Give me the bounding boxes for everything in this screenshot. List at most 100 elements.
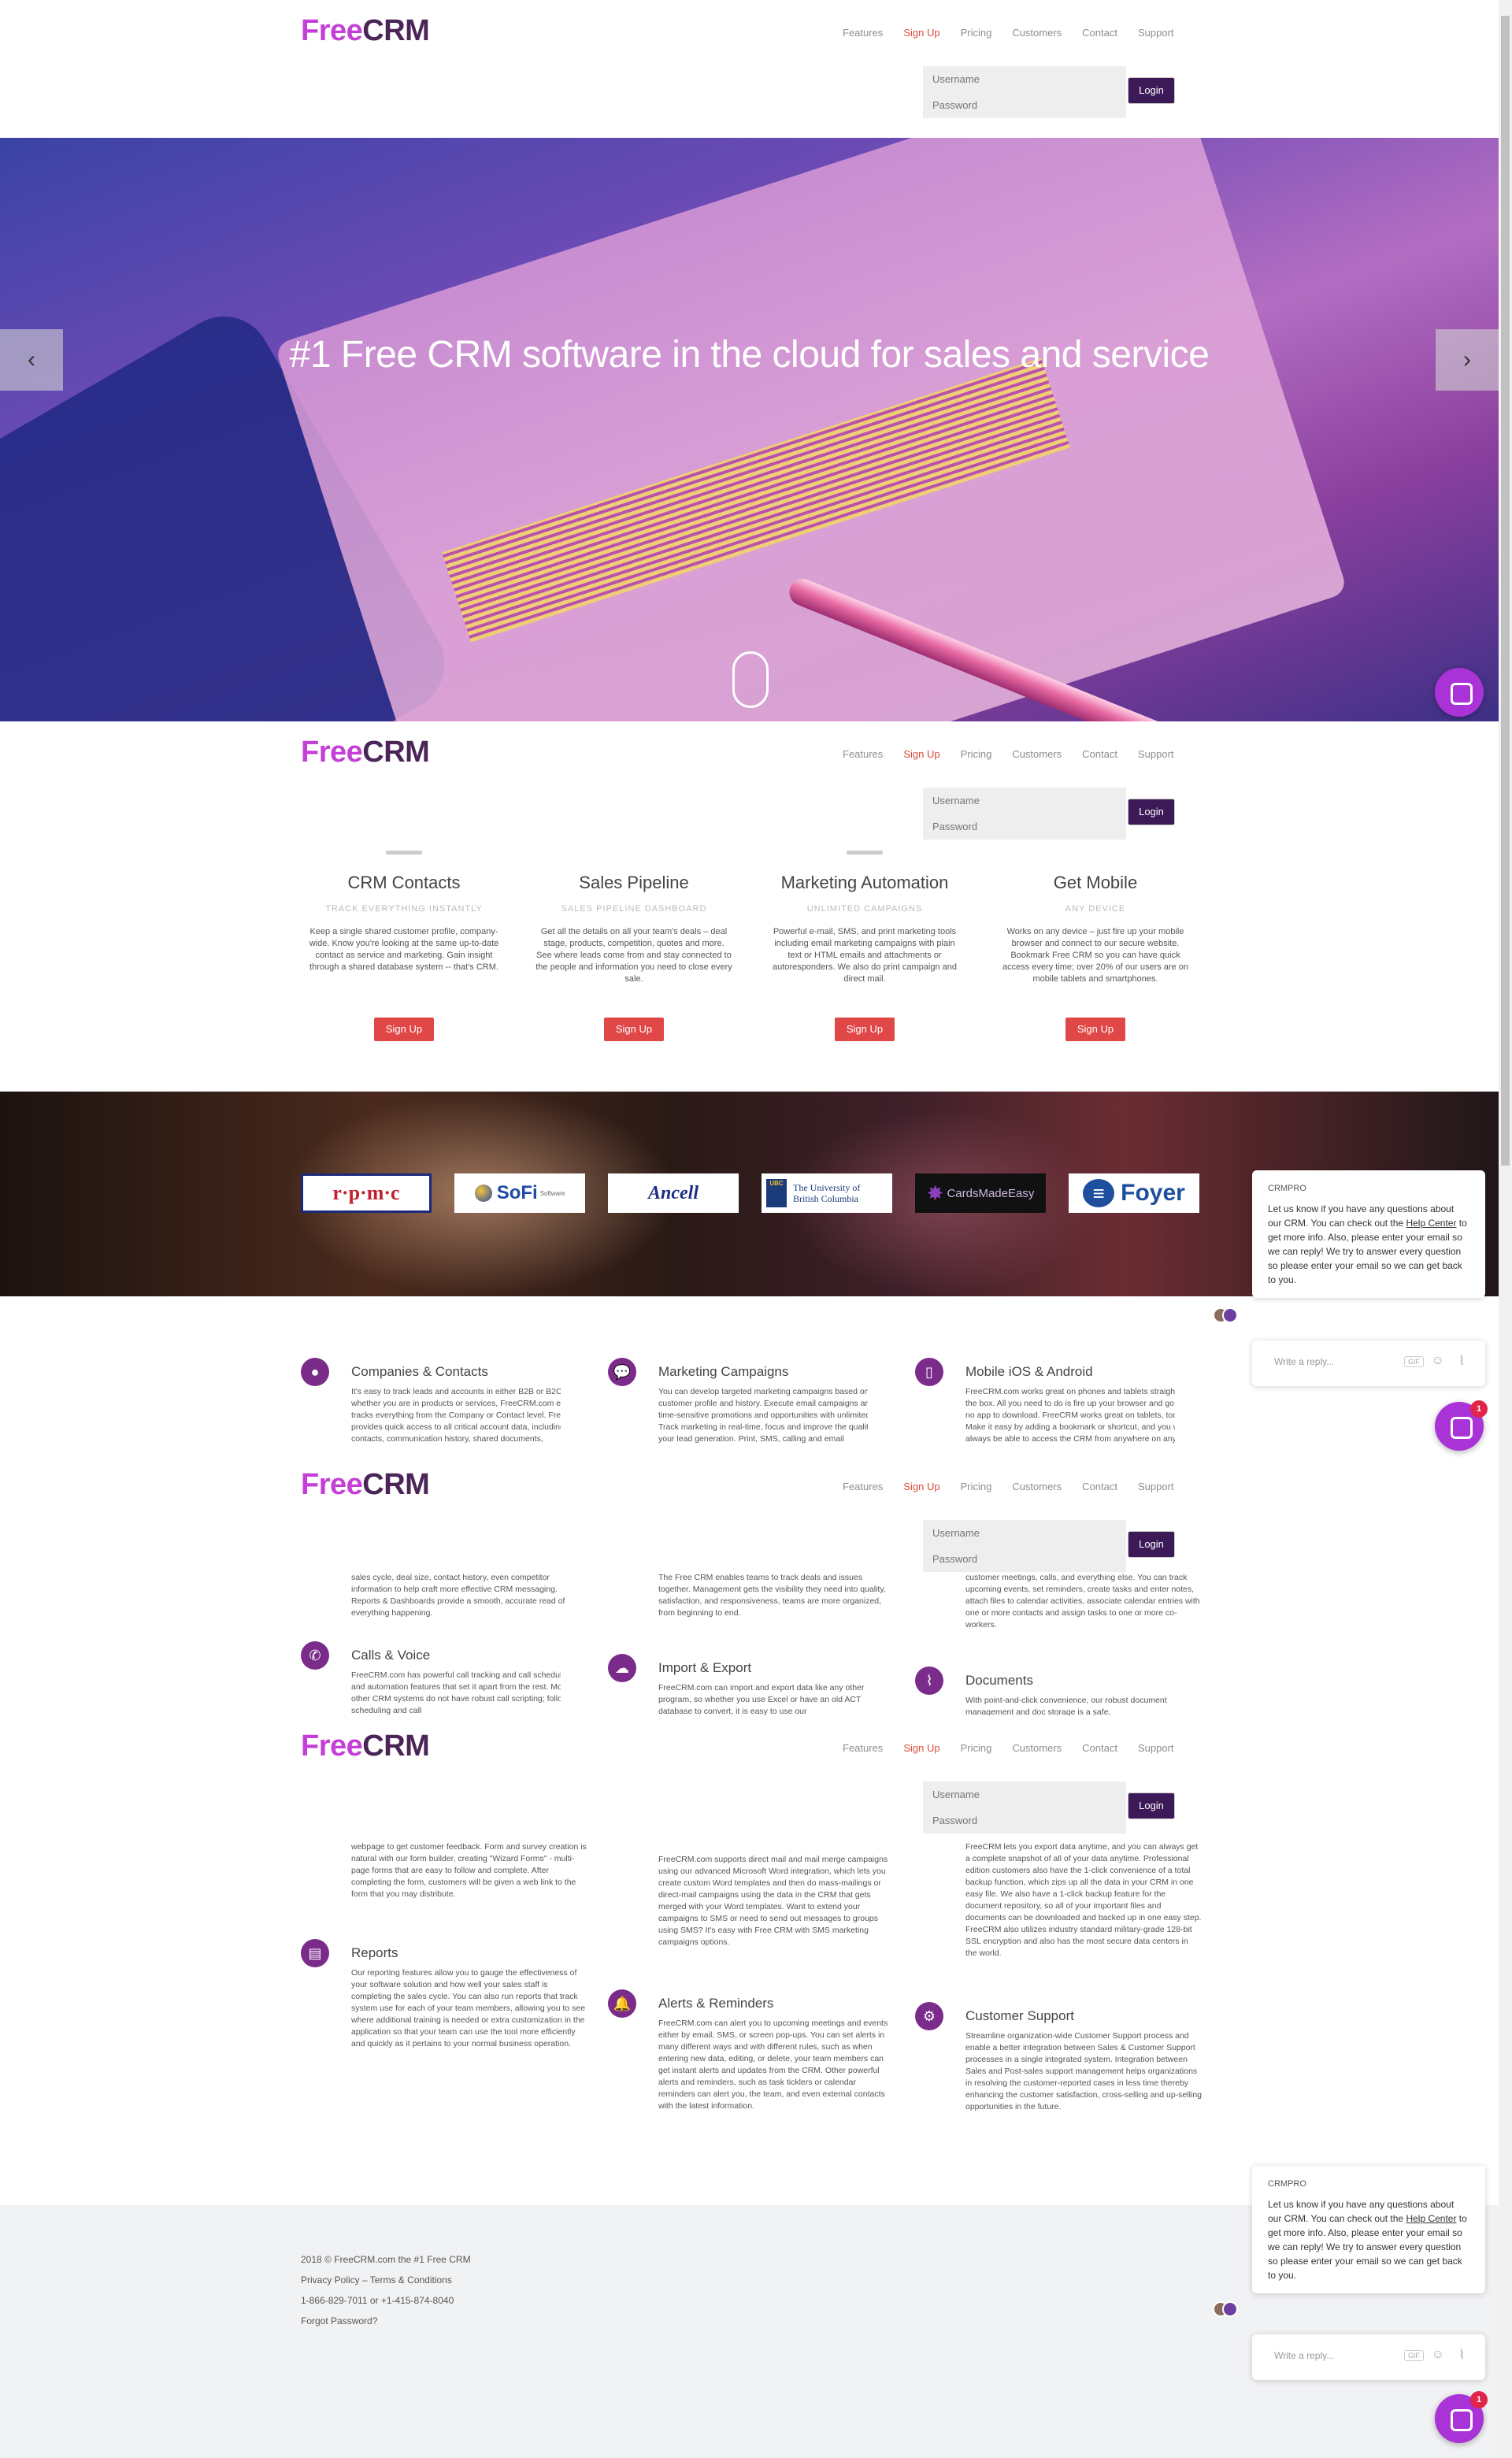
gif-icon[interactable]: GIF [1404, 2350, 1424, 2361]
username-input[interactable] [923, 1520, 1126, 1546]
login-button[interactable]: Login [1128, 799, 1175, 825]
nav-customers[interactable]: Customers [1012, 1742, 1062, 1754]
login-button[interactable]: Login [1128, 1793, 1175, 1819]
nav-contact[interactable]: Contact [1082, 748, 1117, 760]
service-alerts-reminders: 🔔 Alerts & Reminders FreeCRM.com can ale… [608, 1989, 888, 2147]
nav-customers[interactable]: Customers [1012, 1481, 1062, 1492]
nav-contact[interactable]: Contact [1082, 1481, 1117, 1492]
phone-icon: ▯ [915, 1358, 943, 1386]
client-logo-cardsmadeeasy: ✸ CardsMadeEasy [915, 1173, 1046, 1213]
freecrm-logo[interactable]: FreeCRM [301, 1468, 430, 1502]
service-marketing-campaigns: 💬 Marketing Campaigns You can develop ta… [608, 1358, 868, 1468]
emoji-icon[interactable]: ☺ [1432, 2348, 1444, 2362]
nav-contact[interactable]: Contact [1082, 1742, 1117, 1754]
help-center-link[interactable]: Help Center [1406, 2213, 1456, 2224]
nav-pricing[interactable]: Pricing [961, 1742, 992, 1754]
feature-crm-contacts: CRM Contacts TRACK EVERYTHING INSTANTLY … [306, 873, 502, 973]
footer-legal-links[interactable]: Privacy Policy – Terms & Conditions [301, 2274, 452, 2286]
nav-sign-up[interactable]: Sign Up [903, 27, 939, 39]
freecrm-logo[interactable]: FreeCRM [301, 736, 430, 769]
nav-pricing[interactable]: Pricing [961, 27, 992, 39]
gif-icon[interactable]: GIF [1404, 1356, 1424, 1367]
chat-reply-box[interactable]: Write a reply... GIF ☺ ⌇ [1252, 1340, 1485, 1386]
nav-pricing[interactable]: Pricing [961, 1481, 992, 1492]
login-form [923, 1781, 1126, 1833]
service-text: FreeCRM.com can import and export data l… [658, 1683, 865, 1716]
client-logo-foyer: ≡ Foyer [1069, 1173, 1199, 1213]
report-icon: ▤ [301, 1939, 329, 1967]
service-mobile: ▯ Mobile iOS & Android FreeCRM.com works… [915, 1358, 1175, 1468]
scrollbar-thumb[interactable] [1501, 16, 1510, 1166]
service-title: Marketing Campaigns [658, 1364, 789, 1379]
service-text: It's easy to track leads and accounts in… [351, 1387, 561, 1444]
sign-up-button[interactable]: Sign Up [835, 1018, 895, 1041]
sticky-header: FreeCRM Features Sign Up Pricing Custome… [0, 1454, 1499, 1572]
service-title: Calls & Voice [351, 1648, 431, 1663]
nav-sign-up[interactable]: Sign Up [903, 748, 939, 760]
avatar [1222, 1307, 1238, 1323]
login-button[interactable]: Login [1128, 1531, 1175, 1558]
nav-contact[interactable]: Contact [1082, 27, 1117, 39]
scroll-down-mouse-icon[interactable] [732, 651, 769, 708]
feature-divider [847, 851, 883, 855]
feature-subtitle: SALES PIPELINE DASHBOARD [561, 904, 707, 914]
chat-launcher-button[interactable] [1435, 668, 1484, 717]
service-text: You can develop targeted marketing campa… [658, 1387, 868, 1444]
carousel-next-button[interactable]: › [1436, 329, 1499, 391]
attachment-icon[interactable]: ⌇ [1458, 1353, 1465, 1369]
service-text-continued: The Free CRM enables teams to track deal… [658, 1573, 886, 1618]
sticky-header: FreeCRM Features Sign Up Pricing Custome… [0, 721, 1499, 840]
nav-features[interactable]: Features [843, 1481, 883, 1492]
carousel-prev-button[interactable]: ‹ [0, 329, 63, 391]
sign-up-button[interactable]: Sign Up [604, 1018, 664, 1041]
nav-support[interactable]: Support [1138, 27, 1174, 39]
nav-customers[interactable]: Customers [1012, 27, 1062, 39]
feature-text: Get all the details on all your team's d… [536, 927, 732, 984]
username-input[interactable] [923, 1781, 1126, 1807]
service-text-continued: sales cycle, deal size, contact history,… [351, 1573, 565, 1618]
chat-sender: CRMPRO [1268, 2179, 1306, 2189]
ubc-crest-icon: UBC [766, 1179, 787, 1207]
attachment-icon[interactable]: ⌇ [1458, 2347, 1465, 2363]
username-input[interactable] [923, 788, 1126, 814]
nav-pricing[interactable]: Pricing [961, 748, 992, 760]
avatar [1222, 2301, 1238, 2317]
feature-subtitle: TRACK EVERYTHING INSTANTLY [325, 904, 483, 914]
nav-sign-up[interactable]: Sign Up [903, 1742, 939, 1754]
login-button[interactable]: Login [1128, 77, 1175, 104]
nav-support[interactable]: Support [1138, 748, 1174, 760]
client-logo-rpmc: r·p·m·c [301, 1173, 432, 1213]
freecrm-logo[interactable]: FreeCRM [301, 14, 430, 48]
sign-up-button[interactable]: Sign Up [374, 1018, 434, 1041]
forgot-password-link[interactable]: Forgot Password? [301, 2315, 377, 2326]
freecrm-logo[interactable]: FreeCRM [301, 1729, 430, 1763]
sticky-header: FreeCRM Features Sign Up Pricing Custome… [0, 1715, 1499, 1833]
help-center-link[interactable]: Help Center [1406, 1218, 1456, 1229]
paperclip-icon: ⌇ [915, 1666, 943, 1695]
nav-customers[interactable]: Customers [1012, 748, 1062, 760]
service-text: Streamline organization-wide Customer Su… [965, 2031, 1202, 2111]
feature-text: Powerful e-mail, SMS, and print marketin… [773, 927, 957, 984]
nav-support[interactable]: Support [1138, 1481, 1174, 1492]
service-text: FreeCRM.com can alert you to upcoming me… [658, 2019, 888, 2111]
nav-support[interactable]: Support [1138, 1742, 1174, 1754]
password-input[interactable] [923, 814, 1126, 840]
client-logo-ancell: Ancell [608, 1173, 739, 1213]
nav-features[interactable]: Features [843, 1742, 883, 1754]
password-input[interactable] [923, 92, 1126, 118]
nav-features[interactable]: Features [843, 748, 883, 760]
emoji-icon[interactable]: ☺ [1432, 1354, 1444, 1368]
chat-reply-box[interactable]: Write a reply... GIF ☺ ⌇ [1252, 2334, 1485, 2380]
sign-up-button[interactable]: Sign Up [1065, 1018, 1125, 1041]
nav-features[interactable]: Features [843, 27, 883, 39]
login-form [923, 66, 1126, 118]
service-title: Reports [351, 1945, 398, 1960]
password-input[interactable] [923, 1546, 1126, 1572]
page-scrollbar[interactable] [1499, 0, 1512, 2458]
nav-sign-up[interactable]: Sign Up [903, 1481, 939, 1492]
service-text: FreeCRM.com works great on phones and ta… [965, 1387, 1175, 1444]
password-input[interactable] [923, 1807, 1126, 1833]
username-input[interactable] [923, 66, 1126, 92]
service-title: Alerts & Reminders [658, 1996, 774, 2011]
service-text-continued: FreeCRM.com supports direct mail and mai… [658, 1855, 888, 1947]
